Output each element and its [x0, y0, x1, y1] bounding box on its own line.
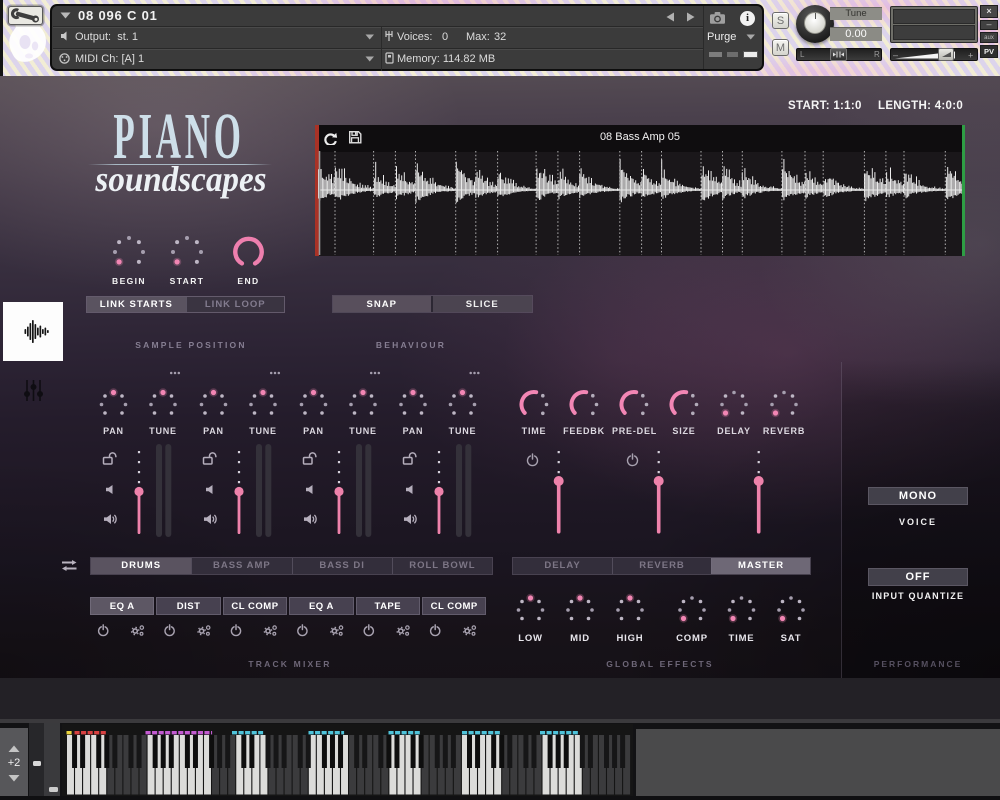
svg-text:–: –	[893, 50, 898, 60]
svg-text:+: +	[968, 51, 973, 61]
